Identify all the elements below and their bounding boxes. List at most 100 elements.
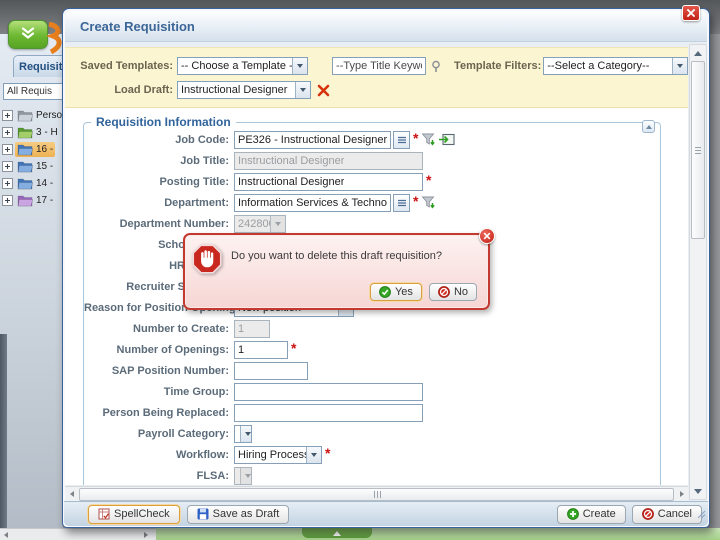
form-row: Payroll Category: [84,423,660,444]
import-icon[interactable] [438,133,455,146]
search-magnifier-icon[interactable] [430,60,442,73]
filter-funnel-icon[interactable] [421,132,436,147]
form-row: Number of Openings:1* [84,339,660,360]
expand-plus-icon[interactable] [2,144,13,155]
no-label: No [454,286,468,298]
yes-button[interactable]: Yes [370,283,422,301]
expand-plus-icon[interactable] [2,161,13,172]
requisition-filter-select[interactable]: All Requis [3,83,63,100]
department-label: Department: [84,197,234,209]
app-logo [46,22,63,54]
tree-item-perso[interactable]: Perso [0,107,63,124]
expand-plus-icon[interactable] [2,195,13,206]
tab-requisitions-label: Requisiti [19,61,65,73]
spellcheck-label: SpellCheck [114,508,170,520]
workflow-label: Workflow: [84,449,234,461]
double-chevron-down-icon [20,26,36,44]
template-filters-select[interactable]: --Select a Category-- [543,57,688,75]
template-toolbar: Saved Templates: -- Choose a Template --… [65,47,688,108]
tree-item-16[interactable]: 16 - [0,141,63,158]
save-as-draft-label: Save as Draft [213,508,280,520]
tree-item-body: 15 - [15,159,55,174]
saved-templates-label: Saved Templates: [77,60,173,72]
expand-plus-icon[interactable] [2,110,13,121]
no-slash-icon [438,286,450,298]
form-hscrollbar[interactable] [65,486,688,501]
saved-templates-select[interactable]: -- Choose a Template -- [177,57,308,75]
dialog-message: Do you want to delete this draft requisi… [231,250,442,262]
delete-draft-icon[interactable] [317,84,330,97]
load-draft-select[interactable]: Instructional Designer [177,81,311,99]
lookup-list-icon[interactable] [393,194,410,212]
posting-title-label: Posting Title: [84,176,234,188]
sap-position-number-input[interactable] [234,362,308,380]
title-keyword-input[interactable]: --Type Title Keyword(s)-- [332,57,426,75]
person-being-replaced-label: Person Being Replaced: [84,407,234,419]
tree-item-3-h[interactable]: 3 - H [0,124,63,141]
panel-expand-handle[interactable] [302,528,372,538]
number-of-openings-input[interactable]: 1 [234,341,288,359]
department-input[interactable]: Information Services & Technology [234,194,391,212]
recruiter-s-label: Recruiter S [84,281,190,293]
template-filters-label: Template Filters: [454,60,539,72]
scroll-right-arrow[interactable] [675,488,688,501]
form-vscrollbar[interactable] [689,44,707,500]
job-title-label: Job Title: [84,155,234,167]
expand-plus-icon[interactable] [2,178,13,189]
expand-plus-icon[interactable] [2,127,13,138]
save-as-draft-button[interactable]: Save as Draft [187,505,290,524]
flsa-label: FLSA: [84,470,234,482]
filter-funnel-icon[interactable] [421,195,436,210]
number-to-create-label: Number to Create: [84,323,234,335]
tree-item-15[interactable]: 15 - [0,158,63,175]
job-code-input[interactable]: PE326 - Instructional Designer [234,131,391,149]
form-row: Department:Information Services & Techno… [84,192,660,213]
section-title: Requisition Information [91,115,236,129]
tree-item-label: 16 - [36,144,53,155]
close-icon [483,227,491,245]
sap-position-number-label: SAP Position Number: [84,365,234,377]
create-button[interactable]: Create [557,505,626,524]
dialog-close-button[interactable] [479,228,495,244]
required-asterisk: * [291,343,296,353]
stop-hand-icon [192,244,222,279]
cancel-button[interactable]: Cancel [632,505,702,524]
tree-item-label: 14 - [36,178,53,189]
select-value: --Select a Category-- [544,60,672,72]
requisition-tree: Perso 3 - H 16 - 15 - 14 - 17 - [0,107,63,209]
spellcheck-button[interactable]: SpellCheck [88,505,180,524]
sidebar-hscrollbar[interactable] [0,528,156,540]
tree-item-14[interactable]: 14 - [0,175,63,192]
required-asterisk: * [325,448,330,458]
time-group-input[interactable] [234,383,423,401]
section-collapse-button[interactable] [642,120,655,133]
resize-grip[interactable] [697,506,706,524]
input-value: PE326 - Instructional Designer [238,134,387,146]
scroll-left-arrow[interactable] [65,488,78,501]
window-close-button[interactable] [682,5,700,21]
bottom-panel-collapsed [156,528,720,540]
input-value: --Type Title Keyword(s)-- [336,60,422,72]
tree-item-label: Perso [36,110,62,121]
scroll-up-arrow[interactable] [691,46,705,60]
thumb-grip [374,491,381,498]
person-being-replaced-input[interactable] [234,404,423,422]
hscroll-thumb[interactable] [79,488,674,501]
scroll-right-arrow[interactable] [144,532,148,538]
number-to-create-input: 1 [234,320,270,338]
vscroll-thumb[interactable] [691,61,705,239]
load-draft-label: Load Draft: [77,84,173,96]
no-button[interactable]: No [429,283,477,301]
scroll-left-arrow[interactable] [4,532,8,538]
form-row: Job Code:PE326 - Instructional Designer* [84,129,660,150]
scroll-down-arrow[interactable] [691,484,705,498]
sidebar-collapse-button[interactable] [8,20,48,49]
lookup-list-icon[interactable] [393,131,410,149]
workflow-select[interactable]: Hiring Process [234,446,322,464]
payroll-category-select[interactable] [234,425,252,443]
posting-title-input[interactable]: Instructional Designer [234,173,423,191]
required-asterisk: * [426,175,431,185]
dropdown-arrow-icon [306,447,321,463]
input-value: Instructional Designer [238,155,344,167]
tree-item-17[interactable]: 17 - [0,192,63,209]
